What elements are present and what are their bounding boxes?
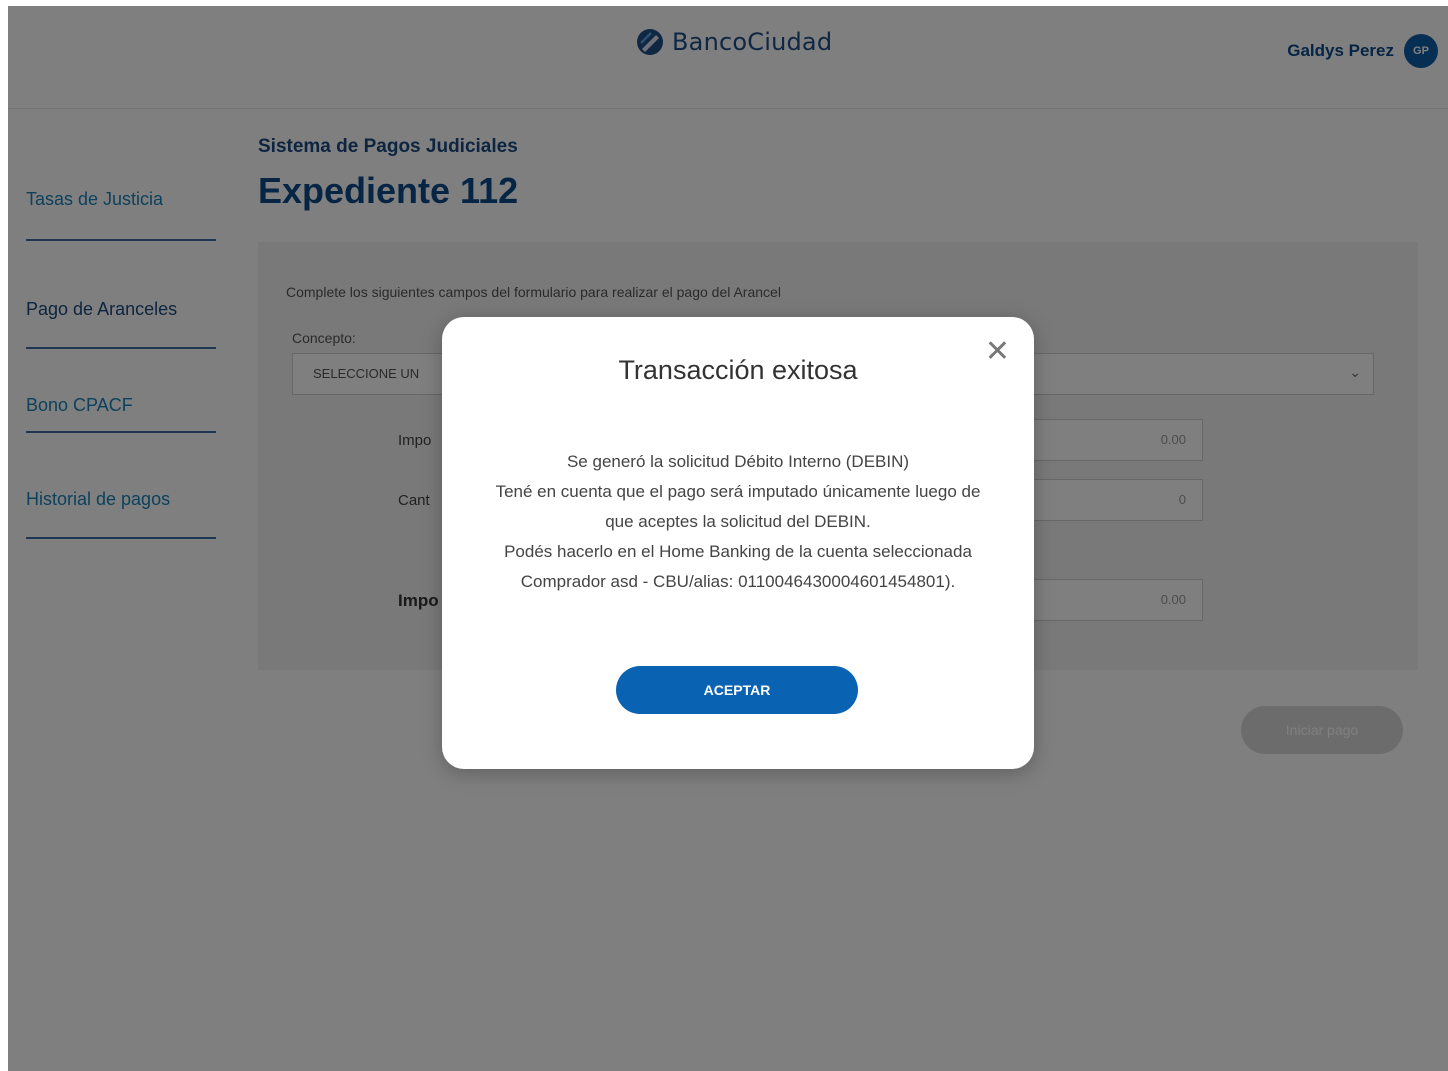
modal-line: Tené en cuenta que el pago será imputado… [495, 482, 981, 501]
accept-button[interactable]: ACEPTAR [616, 666, 858, 714]
modal-line: Podés hacerlo en el Home Banking de la c… [504, 542, 972, 561]
modal-line: que aceptes la solicitud del DEBIN. [605, 512, 871, 531]
modal-line: Comprador asd - CBU/alias: 0110046430004… [520, 572, 956, 591]
success-modal: ✕ Transacción exitosa Se generó la solic… [442, 317, 1034, 769]
modal-line: Se generó la solicitud Débito Interno (D… [566, 452, 910, 471]
modal-title: Transacción exitosa [618, 355, 858, 385]
modal-message: Se generó la solicitud Débito Interno (D… [456, 447, 1020, 597]
app-frame: BancoCiudad Galdys Perez GP Tasas de Jus… [8, 6, 1448, 1071]
